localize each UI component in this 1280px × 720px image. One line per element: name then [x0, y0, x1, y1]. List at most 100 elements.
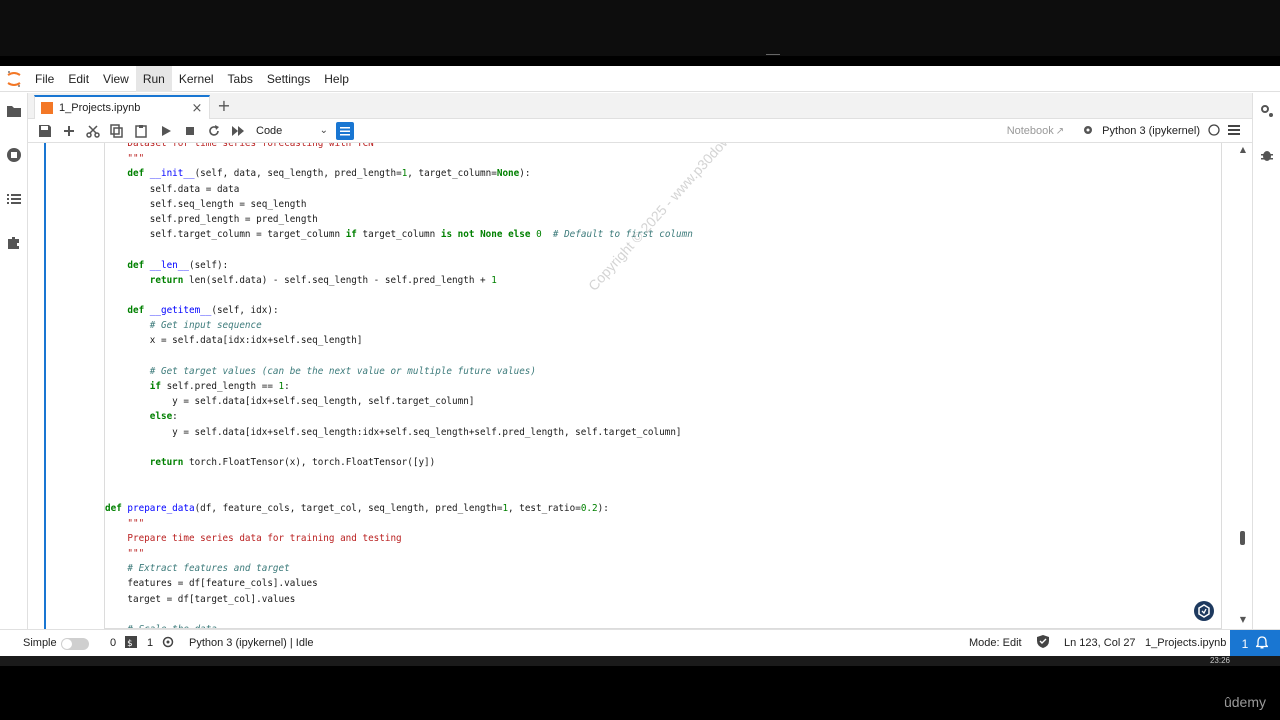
code-line[interactable] — [105, 485, 1221, 500]
code-line[interactable] — [105, 288, 1221, 303]
kernel-name[interactable]: Python 3 (ipykernel) — [1102, 125, 1200, 137]
menu-tabs[interactable]: Tabs — [221, 66, 260, 92]
toolbar-right: Notebook ↗ Python 3 (ipykernel) — [1007, 119, 1240, 143]
code-line[interactable]: Dataset for time series forecasting with… — [105, 143, 1221, 151]
code-line[interactable]: """ — [105, 516, 1221, 531]
cell-type-select[interactable]: Code ⌄ — [256, 122, 328, 140]
run-icon[interactable] — [159, 123, 175, 139]
scroll-down-icon[interactable]: ▼ — [1240, 615, 1246, 624]
status-bar: Simple 0 $ 1 Python 3 (ipykernel) | Idle… — [0, 629, 1280, 657]
code-line[interactable] — [105, 242, 1221, 257]
code-line[interactable]: Prepare time series data for training an… — [105, 531, 1221, 546]
code-line[interactable]: y = self.data[idx+self.seq_length, self.… — [105, 394, 1221, 409]
simple-mode-toggle[interactable] — [61, 638, 89, 650]
close-icon[interactable]: × — [189, 101, 205, 116]
notification-count: 1 — [1241, 636, 1249, 651]
menu-kernel[interactable]: Kernel — [172, 66, 221, 92]
scrollbar-thumb[interactable] — [1240, 531, 1245, 545]
running-kernels-icon[interactable] — [6, 147, 22, 163]
right-sidebar — [1252, 93, 1280, 629]
menu-view[interactable]: View — [96, 66, 136, 92]
code-line[interactable]: # Get input sequence — [105, 318, 1221, 333]
code-line[interactable]: self.target_column = target_column if ta… — [105, 227, 1221, 242]
code-line[interactable]: # Extract features and target — [105, 561, 1221, 576]
external-link-icon: ↗ — [1055, 125, 1065, 137]
screen: File Edit View Run Kernel Tabs Settings … — [0, 0, 1280, 720]
terminals-count[interactable]: 0 — [110, 630, 116, 657]
table-of-contents-icon[interactable] — [6, 191, 22, 207]
cut-icon[interactable] — [86, 123, 102, 139]
assistant-icon[interactable] — [1194, 601, 1214, 621]
code-line[interactable]: x = self.data[idx:idx+self.seq_length] — [105, 333, 1221, 348]
menu-run[interactable]: Run — [135, 65, 172, 92]
code-line[interactable]: else: — [105, 409, 1221, 424]
menu-help[interactable]: Help — [317, 66, 356, 92]
gear-icon[interactable] — [1082, 124, 1094, 139]
code-line[interactable]: target = df[target_col].values — [105, 592, 1221, 607]
menu-settings[interactable]: Settings — [260, 66, 317, 92]
restart-icon[interactable] — [207, 123, 223, 139]
cursor-position[interactable]: Ln 123, Col 27 — [1064, 630, 1136, 657]
code-line[interactable] — [105, 470, 1221, 485]
fast-forward-icon[interactable] — [231, 123, 247, 139]
stop-icon[interactable] — [183, 123, 199, 139]
cell-type-value: Code — [256, 125, 283, 137]
menu-edit[interactable]: Edit — [61, 66, 96, 92]
chevron-down-icon: ⌄ — [319, 125, 328, 136]
menu-file[interactable]: File — [28, 66, 61, 92]
paste-icon[interactable] — [134, 123, 150, 139]
left-sidebar — [0, 93, 28, 629]
property-inspector-icon[interactable] — [1259, 103, 1275, 119]
code-line[interactable]: def __init__(self, data, seq_length, pre… — [105, 166, 1221, 181]
taskbar-clock: 23:26 — [1209, 656, 1230, 665]
copy-icon[interactable] — [110, 123, 126, 139]
code-line[interactable]: """ — [105, 546, 1221, 561]
kernels-count[interactable]: 1 — [147, 630, 153, 657]
code-line[interactable] — [105, 607, 1221, 622]
jupyterlab-window: File Edit View Run Kernel Tabs Settings … — [0, 65, 1280, 657]
save-icon[interactable] — [38, 123, 54, 139]
video-top-bar — [0, 0, 1280, 56]
status-file-name: 1_Projects.ipynb — [1145, 637, 1227, 649]
active-cell-indicator — [44, 143, 46, 629]
code-line[interactable] — [105, 349, 1221, 364]
code-line[interactable]: features = df[feature_cols].values — [105, 576, 1221, 591]
jupyter-logo-icon[interactable] — [0, 66, 28, 92]
bell-icon — [1255, 635, 1270, 652]
udemy-logo: ûdemy — [1223, 694, 1266, 710]
kernel-status[interactable]: Python 3 (ipykernel) | Idle — [189, 630, 314, 657]
kernel-gear-icon — [162, 630, 174, 657]
tab-bar: 1_Projects.ipynb × + — [28, 93, 1252, 119]
menu-bar: File Edit View Run Kernel Tabs Settings … — [0, 65, 1280, 92]
code-editor[interactable]: Dataset for time series forecasting with… — [104, 143, 1222, 629]
notebook-toolbar: Code ⌄ Notebook ↗ Python 3 (ipykernel) — [28, 119, 1252, 143]
code-line[interactable]: def __len__(self): — [105, 258, 1221, 273]
simple-mode-label: Simple — [23, 637, 57, 649]
code-line[interactable]: # Scale the data — [105, 622, 1221, 628]
code-line[interactable]: return torch.FloatTensor(x), torch.Float… — [105, 455, 1221, 470]
code-line[interactable]: if self.pred_length == 1: — [105, 379, 1221, 394]
code-line[interactable]: """ — [105, 151, 1221, 166]
scroll-up-icon[interactable]: ▲ — [1240, 145, 1246, 154]
code-line[interactable]: # Get target values (can be the next val… — [105, 364, 1221, 379]
extensions-icon[interactable] — [6, 235, 22, 251]
command-palette-icon[interactable] — [336, 122, 354, 140]
notifications-button[interactable]: 1 — [1230, 630, 1280, 657]
code-line[interactable]: y = self.data[idx+self.seq_length:idx+se… — [105, 425, 1221, 440]
new-tab-button[interactable]: + — [214, 96, 234, 116]
terminal-icon: $ — [125, 630, 137, 657]
tab-notebook[interactable]: 1_Projects.ipynb × — [34, 95, 210, 119]
debugger-icon[interactable] — [1259, 147, 1275, 163]
menu-icon[interactable] — [1228, 124, 1240, 139]
folder-icon[interactable] — [6, 103, 22, 119]
code-line[interactable] — [105, 440, 1221, 455]
notebook-icon — [41, 99, 53, 118]
code-line[interactable]: def prepare_data(df, feature_cols, targe… — [105, 501, 1221, 516]
add-cell-icon[interactable] — [62, 123, 78, 139]
svg-text:$: $ — [127, 639, 132, 648]
code-line[interactable]: def __getitem__(self, idx): — [105, 303, 1221, 318]
kernel-status-icon — [1208, 123, 1220, 139]
os-taskbar: 23:26 — [0, 656, 1280, 666]
code-line[interactable]: return len(self.data) - self.seq_length … — [105, 273, 1221, 288]
open-notebook-link[interactable]: Notebook — [1007, 125, 1054, 137]
